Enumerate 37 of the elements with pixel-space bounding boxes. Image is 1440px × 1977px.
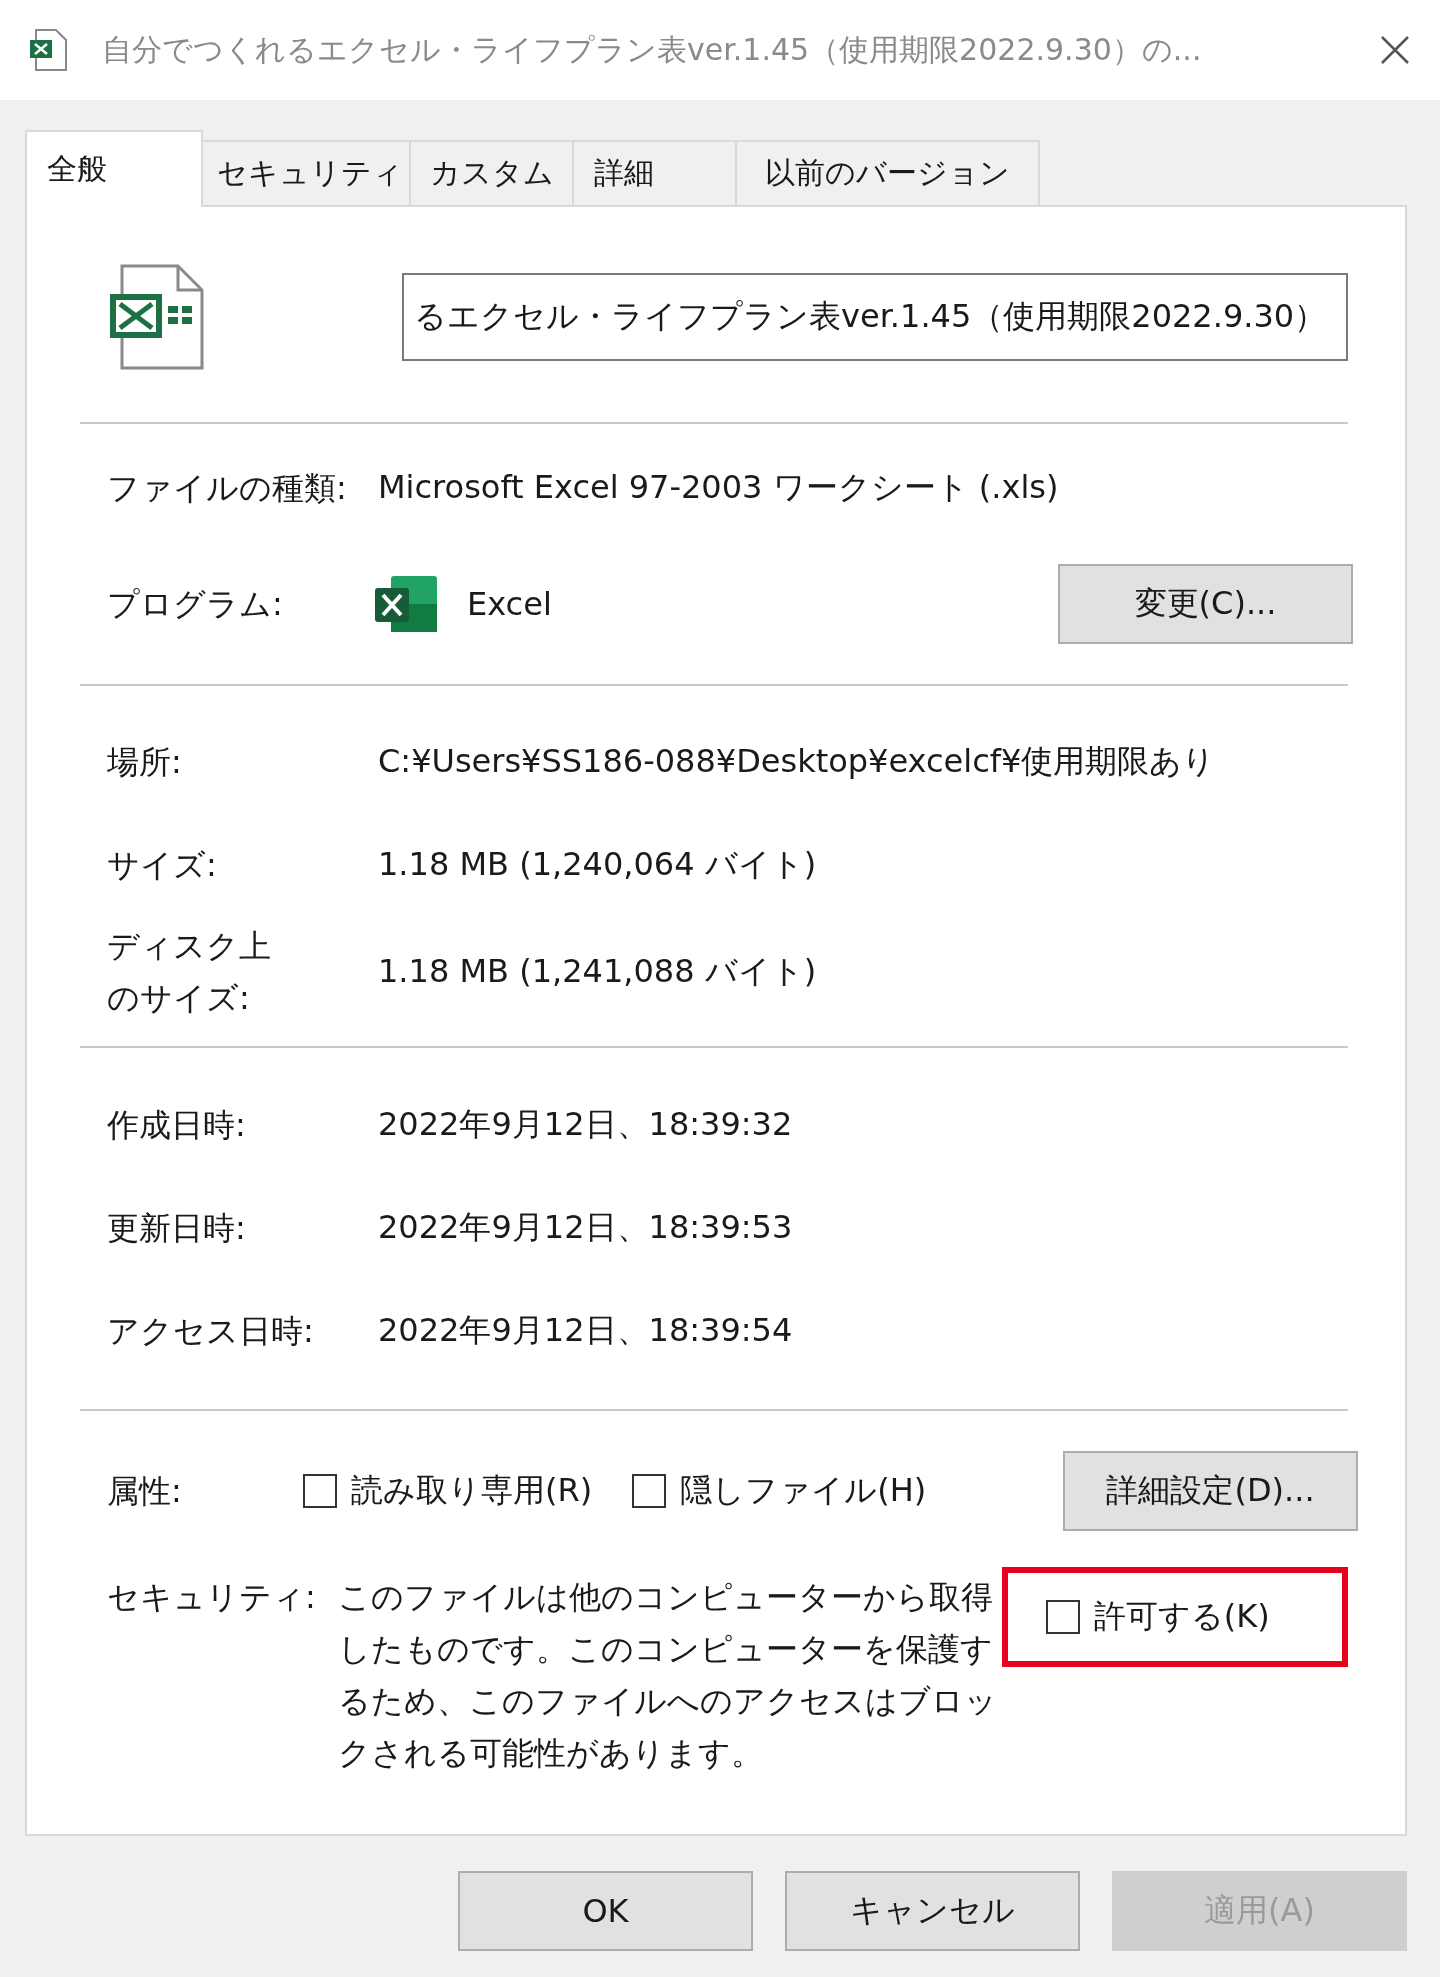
field-value: 1.18 MB (1,240,064 バイト): [378, 843, 817, 885]
checkbox[interactable]: 読み取り専用(R): [303, 1469, 593, 1513]
checkbox[interactable]: 許可する(K): [1045, 1595, 1270, 1639]
field-label: サイズ:: [106, 844, 218, 886]
dialog-button[interactable]: OK: [458, 1871, 753, 1951]
spreadsheet-file-icon: [28, 28, 68, 72]
checkbox-square[interactable]: [303, 1474, 337, 1508]
tab[interactable]: 以前のバージョン: [735, 140, 1040, 205]
field-label: 属性:: [106, 1471, 183, 1512]
dialog-button[interactable]: キャンセル: [785, 1871, 1080, 1951]
spreadsheet-app-icon: [373, 574, 439, 634]
close-icon[interactable]: [1380, 35, 1410, 65]
window-title: 自分でつくれるエクセル・ライフプラン表ver.1.45（使用期限2022.9.30）の...: [102, 30, 1203, 69]
field-value: 2022年9月12日、18:39:53: [378, 1206, 793, 1248]
program-name: Excel: [467, 585, 552, 623]
field-value: 2022年9月12日、18:39:54: [378, 1309, 793, 1351]
field-label: セキュリティ:: [106, 1577, 317, 1618]
field-value: 2022年9月12日、18:39:32: [378, 1103, 793, 1145]
field-label: プログラム:: [106, 584, 284, 625]
security-message: このファイルは他のコンピューターから取得したものです。このコンピューターを保護するため、このファイルへのアクセスはブロックされる可能性があります。: [338, 1577, 998, 1774]
field-label: ディスク上のサイズ:: [106, 926, 272, 1019]
checkbox-square[interactable]: [632, 1474, 667, 1508]
field-value: 1.18 MB (1,241,088 バイト): [378, 951, 817, 992]
file-name-field[interactable]: るエクセル・ライフプラン表ver.1.45（使用期限2022.9.30）: [402, 273, 1348, 361]
change-button[interactable]: 変更(C)...: [1058, 564, 1353, 644]
field-label: 作成日時:: [106, 1104, 247, 1146]
field-value: C:¥Users¥SS186-088¥Desktop¥excelcf¥使用期限あり: [378, 740, 1216, 782]
checkbox-square[interactable]: [1045, 1600, 1080, 1634]
field-label: ファイルの種類:: [106, 468, 348, 509]
spreadsheet-file-icon: [108, 264, 204, 370]
advanced-button[interactable]: 詳細設定(D)...: [1063, 1451, 1358, 1531]
field-label: アクセス日時:: [106, 1310, 315, 1352]
field-value: Microsoft Excel 97-2003 ワークシート (.xls): [378, 467, 1059, 508]
field-label: 更新日時:: [106, 1207, 247, 1249]
checkbox[interactable]: 隠しファイル(H): [632, 1469, 927, 1513]
tab[interactable]: 全般: [25, 130, 203, 207]
field-label: 場所:: [106, 741, 183, 783]
